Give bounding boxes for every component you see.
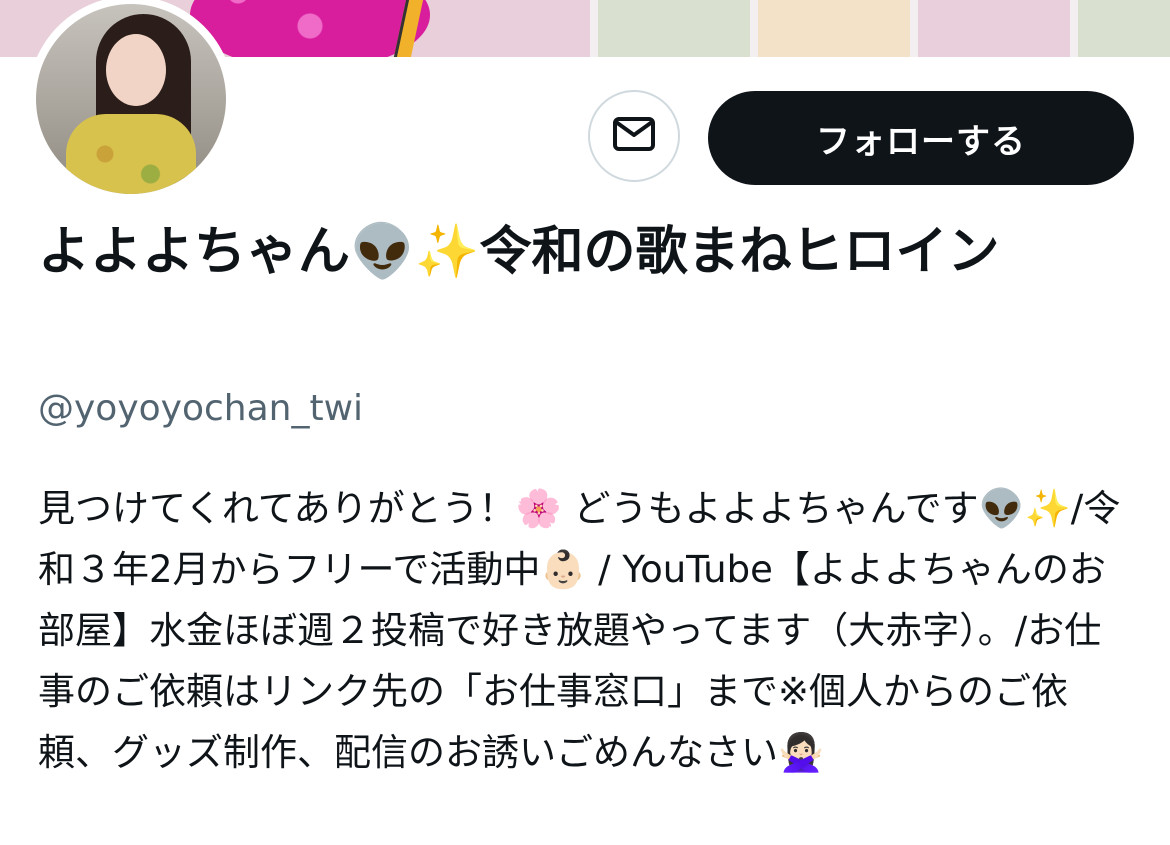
banner-art — [190, 0, 430, 57]
message-button[interactable] — [588, 90, 680, 182]
follow-button-label: フォローする — [816, 121, 1026, 162]
banner-tile — [918, 0, 1070, 57]
banner-tile — [1078, 0, 1170, 57]
display-name: よよよちゃん👽✨令和の歌まねヒロイン — [38, 222, 1000, 282]
envelope-icon — [612, 116, 656, 156]
profile-bio: 見つけてくれてありがとう！🌸 どうもよよよちゃんです👽✨/令和３年2月からフリー… — [38, 487, 1121, 774]
banner-tile — [440, 0, 590, 57]
profile-handle: @yoyoyochan_twi — [38, 388, 364, 429]
follow-button[interactable]: フォローする — [708, 91, 1134, 185]
avatar[interactable] — [28, 0, 234, 202]
avatar-photo — [36, 4, 226, 194]
banner-tile — [758, 0, 910, 57]
banner-tile — [598, 0, 750, 57]
